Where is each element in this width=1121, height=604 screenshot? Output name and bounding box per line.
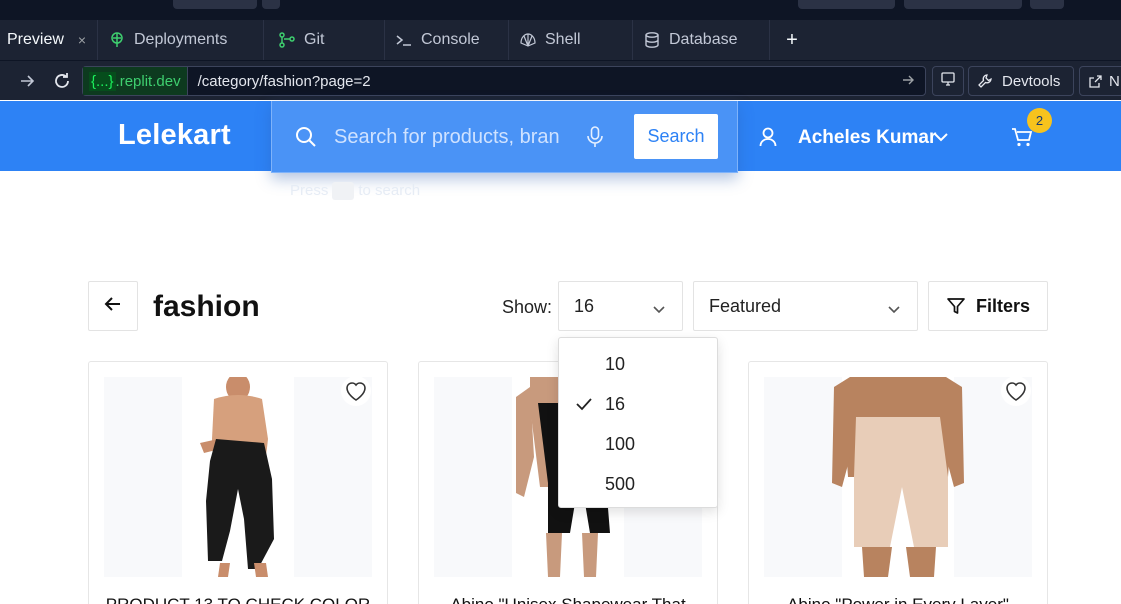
filters-button[interactable]: Filters: [928, 281, 1048, 331]
back-button[interactable]: [88, 281, 138, 331]
tab-database[interactable]: Database: [633, 20, 770, 60]
wrench-icon: [977, 73, 993, 89]
ide-top-pill: [173, 0, 257, 9]
ide-top-pill: [262, 0, 280, 9]
checkmark-icon: [575, 396, 593, 412]
devtools-label: Devtools: [1002, 72, 1061, 90]
product-title[interactable]: Abino "Power in Every Layer": [749, 595, 1047, 604]
device-preview-button[interactable]: [932, 66, 964, 96]
search-input[interactable]: [334, 123, 560, 151]
search-panel: Search: [271, 101, 738, 173]
tab-shell[interactable]: Shell: [509, 20, 633, 60]
database-icon: [643, 31, 661, 49]
chevron-down-icon[interactable]: [933, 130, 949, 144]
reload-icon[interactable]: [52, 71, 72, 91]
tab-label: Git: [304, 31, 325, 48]
domain-suffix: .replit.dev: [115, 72, 181, 90]
url-field[interactable]: {...} .replit.dev /category/fashion?page=…: [82, 66, 926, 96]
chevron-down-icon: [652, 300, 666, 314]
show-option-500[interactable]: 500: [559, 464, 717, 504]
option-label: 16: [605, 393, 626, 414]
deployments-icon: [108, 31, 126, 49]
ide-top-pill: [1030, 0, 1064, 9]
microphone-icon[interactable]: [585, 125, 605, 149]
tab-label: Preview: [7, 31, 64, 48]
show-option-16[interactable]: 16: [559, 384, 717, 424]
tab-label: Database: [669, 31, 738, 48]
product-title[interactable]: PRODUCT 13 TO CHECK COLOR: [89, 595, 387, 604]
product-image[interactable]: [104, 377, 372, 577]
product-card[interactable]: Abino "Power in Every Layer": [748, 361, 1048, 604]
new-tab-button[interactable]: N: [1079, 66, 1121, 96]
model-figure: [832, 377, 964, 577]
wishlist-heart-icon[interactable]: [341, 376, 371, 406]
go-arrow-icon[interactable]: [901, 73, 925, 90]
console-icon: [395, 31, 413, 49]
url-path: /category/fashion?page=2: [197, 72, 371, 90]
user-name[interactable]: Acheles Kumar: [798, 127, 936, 149]
cart-count-badge: 2: [1027, 108, 1052, 133]
option-label: 10: [605, 353, 626, 374]
chevron-down-icon: [887, 300, 901, 314]
search-hint-after: to search: [358, 182, 421, 199]
add-tab-button[interactable]: +: [770, 20, 814, 60]
tab-label: Console: [421, 31, 480, 48]
forward-arrow-icon[interactable]: [17, 71, 37, 91]
wishlist-heart-icon[interactable]: [1001, 376, 1031, 406]
tab-label: Shell: [545, 31, 581, 48]
search-hint-before: Press: [290, 182, 329, 199]
devtools-button[interactable]: Devtools: [968, 66, 1074, 96]
ide-url-bar: {...} .replit.dev /category/fashion?page=…: [0, 60, 1121, 100]
domain-chip[interactable]: {...} .replit.dev: [83, 67, 188, 95]
brand-logo[interactable]: Lelekart: [118, 119, 231, 152]
search-icon: [294, 125, 318, 149]
filter-icon: [946, 297, 976, 315]
show-option-100[interactable]: 100: [559, 424, 717, 464]
search-hint: Press to search: [290, 182, 421, 201]
arrow-left-icon: [104, 296, 122, 317]
option-label: 100: [605, 433, 636, 454]
ide-top-strip: [0, 0, 1121, 20]
keyboard-key-icon: [332, 182, 355, 201]
new-tab-label: N: [1109, 72, 1120, 90]
option-label: 500: [605, 473, 636, 494]
product-title[interactable]: Abino "Unisex Shapewear That: [419, 595, 717, 604]
show-label: Show:: [502, 297, 553, 317]
search-button[interactable]: Search: [634, 114, 718, 159]
sort-value: Featured: [709, 295, 782, 316]
show-option-10[interactable]: 10: [559, 344, 717, 384]
domain-prefix: {...}: [89, 71, 116, 91]
tab-preview[interactable]: Preview ×: [0, 20, 98, 60]
show-count-select[interactable]: 16: [558, 281, 683, 331]
close-icon[interactable]: ×: [78, 32, 86, 48]
page-title: fashion: [153, 290, 260, 323]
tab-git[interactable]: Git: [264, 20, 385, 60]
external-link-icon: [1088, 74, 1103, 89]
git-icon: [278, 31, 296, 49]
product-image[interactable]: [764, 377, 1032, 577]
tab-label: Deployments: [134, 31, 228, 48]
ide-top-pill: [904, 0, 1022, 9]
tab-console[interactable]: Console: [385, 20, 509, 60]
ide-top-pill: [798, 0, 895, 9]
show-count-value: 16: [574, 295, 595, 316]
shell-icon: [519, 31, 537, 49]
filters-label: Filters: [975, 295, 1031, 316]
monitor-icon: [940, 71, 956, 91]
model-figure: [200, 377, 274, 577]
product-card[interactable]: PRODUCT 13 TO CHECK COLOR: [88, 361, 388, 604]
tab-deployments[interactable]: Deployments: [98, 20, 264, 60]
show-count-dropdown: 10 16 100 500: [558, 337, 718, 508]
ide-tab-bar: Preview × Deployments Git Console Shell …: [0, 20, 1121, 60]
sort-select[interactable]: Featured: [693, 281, 918, 331]
user-icon[interactable]: [758, 126, 778, 148]
